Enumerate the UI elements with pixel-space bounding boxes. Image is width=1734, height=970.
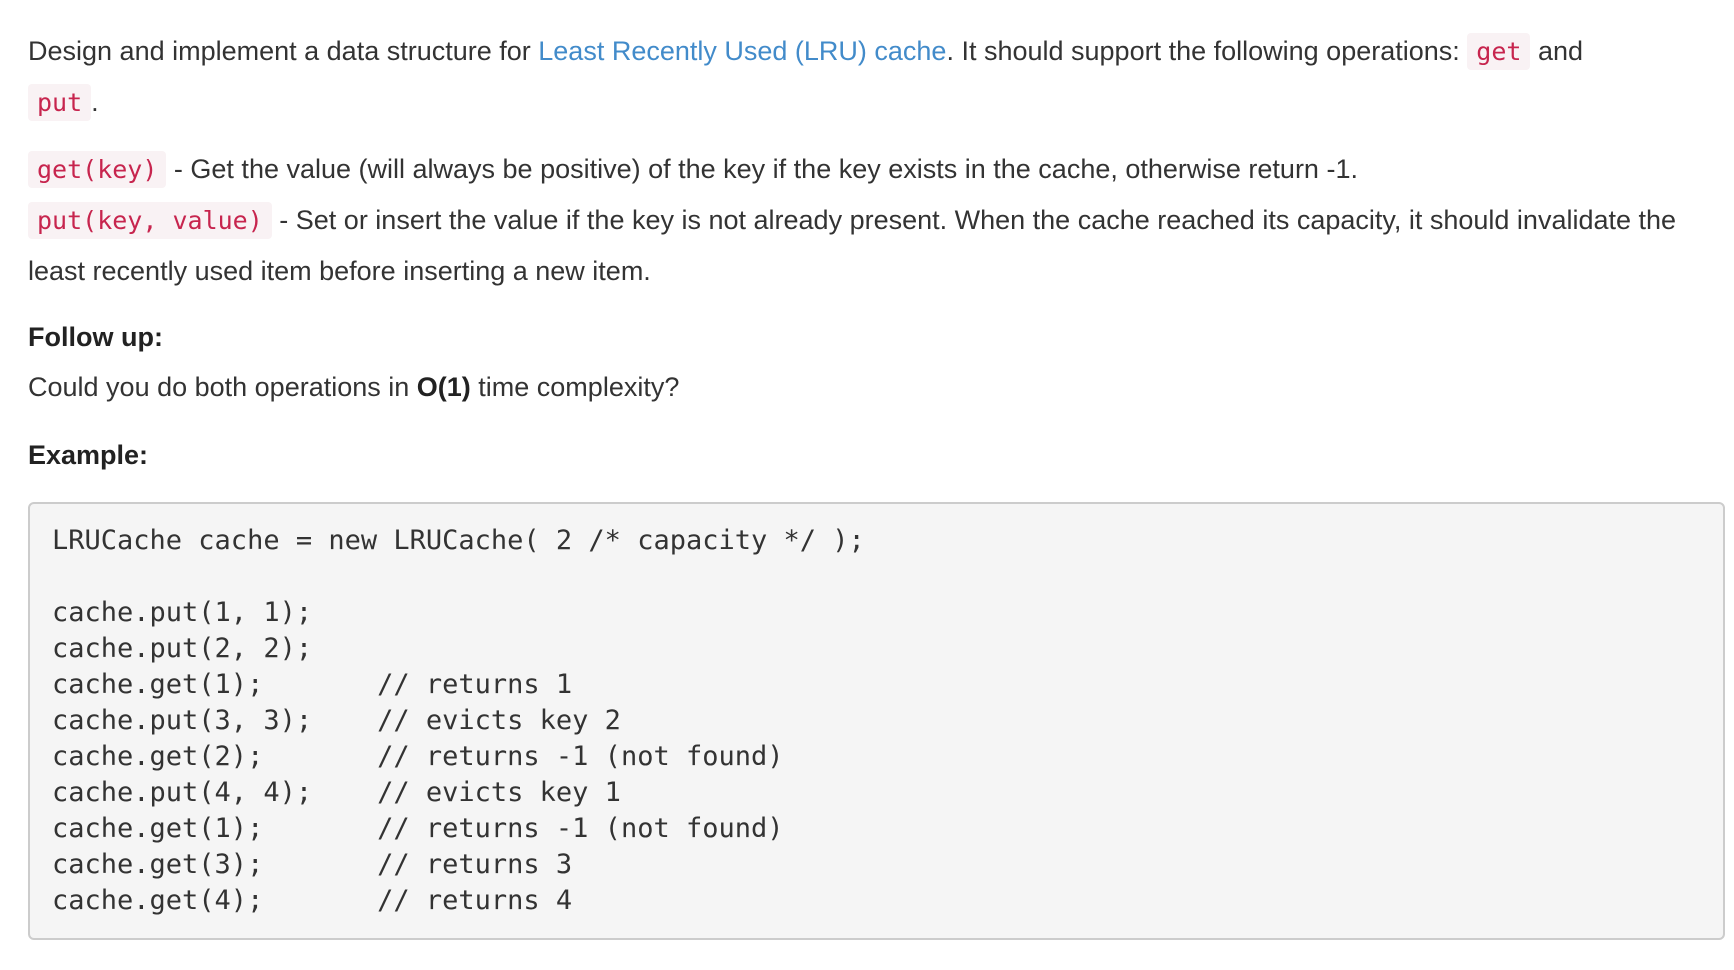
put-inline-code: put [28, 84, 92, 121]
intro-paragraph: Design and implement a data structure fo… [28, 26, 1728, 128]
example-heading: Example: [28, 440, 149, 470]
example-code-block: LRUCache cache = new LRUCache( 2 /* capa… [28, 502, 1725, 940]
follow-up-question: Could you do both operations in O(1) tim… [28, 362, 1728, 412]
problem-description: Design and implement a data structure fo… [28, 26, 1728, 500]
get-signature-code: get(key) [28, 151, 167, 188]
lru-cache-link[interactable]: Least Recently Used (LRU) cache [538, 36, 946, 66]
put-signature-code: put(key, value) [28, 202, 272, 239]
follow-up-heading: Follow up: [28, 322, 163, 352]
intro-text-before-link: Design and implement a data structure fo… [28, 36, 539, 66]
put-description: put(key, value) - Set or insert the valu… [28, 195, 1728, 296]
complexity-bold: O(1) [416, 372, 471, 402]
get-description-text: - Get the value (will always be positive… [166, 154, 1358, 184]
intro-text-and: and [1530, 36, 1583, 66]
get-inline-code: get [1467, 33, 1531, 70]
put-description-text: - Set or insert the value if the key is … [28, 205, 1677, 286]
get-description: get(key) - Get the value (will always be… [28, 144, 1728, 195]
follow-up-text-before: Could you do both operations in [28, 372, 417, 402]
follow-up-text-after: time complexity? [470, 372, 680, 402]
intro-text-after-link: . It should support the following operat… [946, 36, 1468, 66]
intro-period: . [91, 87, 99, 117]
